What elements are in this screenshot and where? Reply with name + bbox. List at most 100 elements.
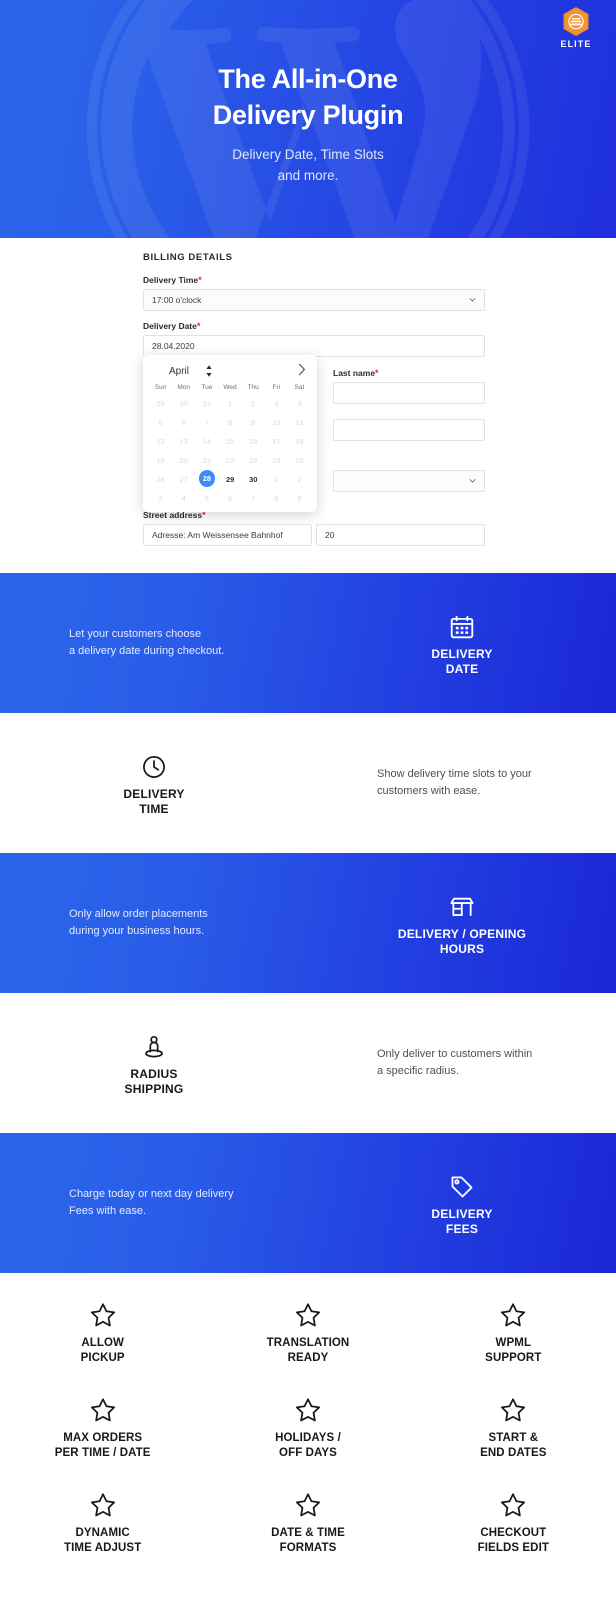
star-label-line2: PICKUP	[80, 1351, 125, 1364]
street-address-group: Street address* Adresse: Am Weissensee B…	[143, 510, 485, 556]
datepicker-week-row: 26 27 28 29 30 1 2	[149, 470, 311, 489]
datepicker-day[interactable]: 6	[218, 489, 241, 508]
datepicker-day[interactable]: 4	[288, 394, 311, 413]
band-text-slot: Only deliver to customers within a specif…	[308, 1046, 616, 1080]
delivery-time-select[interactable]: 17:00 o'clock	[143, 289, 485, 311]
datepicker-day[interactable]: 3	[265, 394, 288, 413]
datepicker-week-row: 5 6 7 8 9 10 11	[149, 413, 311, 432]
datepicker-day[interactable]: 1	[218, 394, 241, 413]
datepicker-day[interactable]: 6	[172, 413, 195, 432]
datepicker-day[interactable]: 9	[242, 413, 265, 432]
band-text-slot: Let your customers choose a delivery date…	[0, 626, 308, 660]
band-title: DELIVERY / OPENING HOURS	[377, 927, 547, 957]
weekday-mon: Mon	[177, 384, 191, 391]
weekday-sat: Sat	[294, 384, 305, 391]
star-label-line2: SUPPORT	[485, 1351, 542, 1364]
stepper-up-down-icon[interactable]	[205, 364, 213, 378]
datepicker-day[interactable]: 7	[242, 489, 265, 508]
datepicker-popup[interactable]: April Sun Mon Tue Wed Thu Fri Sat 29 30 31…	[143, 355, 317, 512]
street-number-input[interactable]: 20	[316, 524, 485, 546]
street-address-input[interactable]: Adresse: Am Weissensee Bahnhof	[143, 524, 312, 546]
star-icon	[0, 1301, 205, 1329]
datepicker-day[interactable]: 22	[218, 451, 241, 470]
datepicker-day[interactable]: 3	[149, 489, 172, 508]
band-title: DELIVERY FEES	[377, 1207, 547, 1237]
elite-badge: ELITE	[548, 6, 604, 49]
datepicker-day[interactable]: 7	[195, 413, 218, 432]
datepicker-day[interactable]: 29	[219, 470, 242, 489]
checkout-form-screenshot: BILLING DETAILS Delivery Time* 17:00 o'c…	[0, 238, 616, 573]
company-input[interactable]	[333, 419, 485, 441]
datepicker-day[interactable]: 31	[195, 394, 218, 413]
datepicker-day[interactable]: 10	[265, 413, 288, 432]
datepicker-day[interactable]: 21	[195, 451, 218, 470]
datepicker-month-label[interactable]: April	[169, 366, 189, 377]
datepicker-day[interactable]: 23	[242, 451, 265, 470]
star-icon	[411, 1491, 616, 1519]
band-text-line2: during your business hours.	[69, 925, 205, 937]
datepicker-day[interactable]: 8	[265, 489, 288, 508]
datepicker-day[interactable]: 2	[242, 394, 265, 413]
star-label-line1: START &	[488, 1431, 539, 1444]
datepicker-day[interactable]: 2	[288, 470, 311, 489]
datepicker-day[interactable]: 11	[288, 413, 311, 432]
weekday-fri: Fri	[272, 384, 281, 391]
band-feature: DELIVERY / OPENING HOURS	[308, 890, 616, 957]
chevron-right-icon[interactable]	[298, 363, 309, 379]
delivery-date-input[interactable]: 28.04.2020	[143, 335, 485, 357]
datepicker-day[interactable]: 13	[172, 432, 195, 451]
datepicker-day[interactable]: 27	[172, 470, 195, 489]
datepicker-day[interactable]: 4	[172, 489, 195, 508]
band-title-line1: DELIVERY	[431, 1206, 493, 1221]
feature-band: DELIVERY TIME Show delivery time slots to …	[0, 713, 616, 853]
band-text-line1: Only deliver to customers within	[377, 1047, 533, 1060]
datepicker-day[interactable]: 25	[288, 451, 311, 470]
datepicker-day[interactable]: 1	[265, 470, 288, 489]
datepicker-weekday-row: Sun Mon Tue Wed Thu Fri Sat	[149, 382, 311, 394]
datepicker-day[interactable]: 29	[149, 394, 172, 413]
price-tag-icon	[377, 1170, 547, 1200]
datepicker-day[interactable]: 28	[198, 470, 216, 487]
band-title-line2: TIME	[139, 801, 169, 816]
datepicker-day[interactable]: 16	[242, 432, 265, 451]
datepicker-day[interactable]: 15	[218, 432, 241, 451]
hero-title-line2: Delivery Plugin	[212, 99, 404, 130]
star-icon	[0, 1491, 205, 1519]
band-title-line2: HOURS	[439, 941, 485, 956]
last-name-input[interactable]	[333, 382, 485, 404]
star-icon	[205, 1301, 410, 1329]
datepicker-day[interactable]: 17	[265, 432, 288, 451]
band-text-line2: a delivery date during checkout.	[69, 645, 225, 657]
datepicker-day[interactable]: 5	[149, 413, 172, 432]
map-pin-person-icon	[69, 1030, 239, 1060]
datepicker-day[interactable]: 18	[288, 432, 311, 451]
datepicker-day[interactable]: 8	[218, 413, 241, 432]
datepicker-day[interactable]: 24	[265, 451, 288, 470]
required-asterisk: *	[198, 275, 202, 285]
hero-subtitle-line1: Delivery Date, Time Slots	[232, 147, 384, 163]
star-icon	[205, 1396, 410, 1424]
star-feature-item: HOLIDAYS / OFF DAYS	[205, 1396, 410, 1491]
datepicker-grid: 29 30 31 1 2 3 4 5 6 7 8 9 10 11 12 13 14 15 16 17 18 19 20 21 2…	[149, 394, 311, 508]
band-title-line1: DELIVERY / OPENING	[397, 926, 527, 941]
band-title-line1: DELIVERY	[123, 786, 185, 801]
band-description: Let your customers choose a delivery date…	[69, 626, 239, 660]
datepicker-day[interactable]: 30	[242, 470, 265, 489]
star-label-line2: OFF DAYS	[279, 1446, 337, 1459]
datepicker-day[interactable]: 12	[149, 432, 172, 451]
datepicker-day[interactable]: 5	[195, 489, 218, 508]
datepicker-day[interactable]: 26	[149, 470, 172, 489]
datepicker-day[interactable]: 19	[149, 451, 172, 470]
calendar-icon	[377, 610, 547, 640]
country-select-row	[333, 470, 485, 502]
elite-badge-label: ELITE	[560, 39, 592, 49]
street-address-value: Adresse: Am Weissensee Bahnhof	[152, 530, 283, 540]
datepicker-day[interactable]: 20	[172, 451, 195, 470]
datepicker-day[interactable]: 14	[195, 432, 218, 451]
datepicker-day[interactable]: 9	[288, 489, 311, 508]
elite-hexagon-badge-icon	[548, 6, 604, 37]
billing-form: BILLING DETAILS Delivery Time* 17:00 o'c…	[143, 252, 485, 546]
country-select[interactable]	[333, 470, 485, 492]
datepicker-day[interactable]: 30	[172, 394, 195, 413]
feature-band: Let your customers choose a delivery date…	[0, 573, 616, 713]
